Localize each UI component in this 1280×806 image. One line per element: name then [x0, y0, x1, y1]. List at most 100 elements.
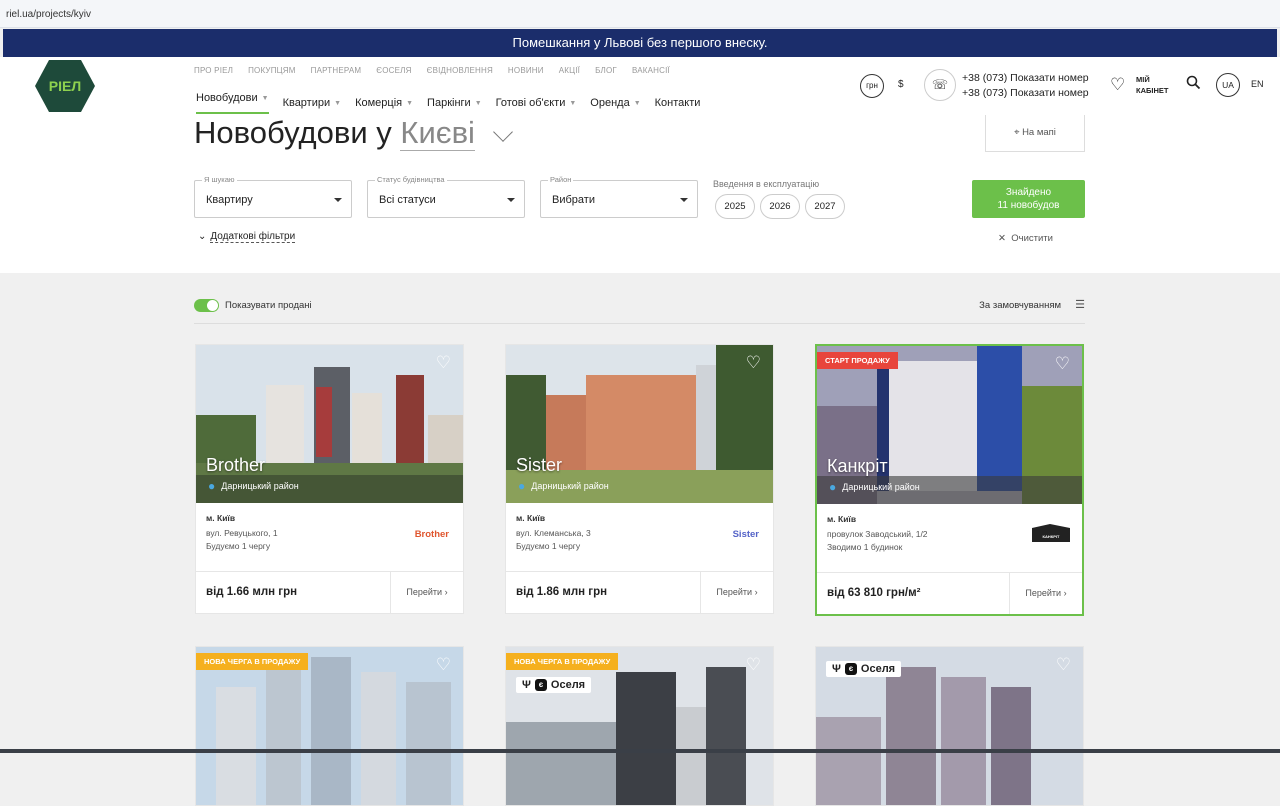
year-2026-chip[interactable]: 2026: [760, 194, 800, 219]
project-info: м. Київ вул. Клеманська, 3 Будуємо 1 чер…: [506, 503, 773, 572]
caret-down-icon: [507, 198, 515, 202]
heart-icon[interactable]: ♡: [746, 655, 761, 675]
extra-filters-toggle[interactable]: ⌄ Додаткові фільтри: [198, 231, 296, 243]
project-image[interactable]: Brother ● Дарницький район ♡: [196, 345, 463, 503]
city-selector[interactable]: Києві: [400, 115, 475, 151]
topnav-promos[interactable]: АКЦІЇ: [559, 66, 580, 75]
currency-usd-button[interactable]: $: [898, 79, 904, 90]
go-label: Перейти: [406, 587, 443, 597]
price-text: від 1.66 млн грн: [206, 586, 298, 598]
nav-label: Комерція: [355, 97, 403, 109]
nav-item-komertsiia[interactable]: Комерція ▼: [355, 92, 413, 114]
chevron-down-icon: ▼: [633, 99, 641, 107]
project-image[interactable]: Ψє Оселя ♡: [816, 647, 1083, 805]
found-line1: Знайдено: [1005, 187, 1052, 198]
project-image[interactable]: НОВА ЧЕРГА В ПРОДАЖУ Ψє Оселя ♡: [506, 647, 773, 805]
nav-item-kontakty[interactable]: Контакти: [655, 92, 701, 114]
clear-filters-button[interactable]: ✕ Очистити: [998, 233, 1053, 244]
nav-label: Новобудови: [196, 92, 258, 104]
topnav-vidnovlennia[interactable]: ЄВІДНОВЛЕННЯ: [427, 66, 493, 75]
address-bar[interactable]: riel.ua/projects/kyiv: [0, 0, 1280, 28]
search-icon[interactable]: [1186, 75, 1201, 94]
nav-item-orenda[interactable]: Оренда ▼: [590, 92, 640, 114]
go-button[interactable]: Перейти ›: [700, 572, 773, 613]
project-location: ● Дарницький район: [208, 479, 299, 493]
project-info: м. Київ провулок Заводський, 1/2 Зводимо…: [817, 504, 1082, 573]
project-card-sister[interactable]: Sister ● Дарницький район ♡ м. Київ вул. …: [505, 344, 774, 614]
status-badge: НОВА ЧЕРГА В ПРОДАЖУ: [196, 653, 309, 670]
project-card-5[interactable]: НОВА ЧЕРГА В ПРОДАЖУ Ψє Оселя ♡: [505, 646, 774, 806]
go-button[interactable]: Перейти ›: [1009, 573, 1082, 614]
district-text: Дарницький район: [221, 481, 299, 491]
project-info: м. Київ вул. Ревуцького, 1 Будуємо 1 чер…: [196, 503, 463, 572]
currency-uah-button[interactable]: грн: [860, 74, 884, 98]
chevron-down-icon: ▼: [261, 94, 269, 102]
nav-item-novobudovy[interactable]: Новобудови ▼: [196, 92, 269, 114]
go-button[interactable]: Перейти ›: [390, 572, 463, 613]
map-button[interactable]: ⌖ На мапі: [985, 115, 1085, 152]
sort-select[interactable]: За замовчуванням: [979, 300, 1061, 311]
nav-label: Контакти: [654, 97, 701, 109]
topnav-oselya[interactable]: ЄОСЕЛЯ: [376, 66, 411, 75]
phone-2[interactable]: +38 (073) Показати номер: [962, 86, 1089, 101]
heart-icon[interactable]: ♡: [746, 353, 761, 373]
chevron-down-icon: ▼: [569, 99, 577, 107]
topnav-vacancies[interactable]: ВАКАНСІЇ: [632, 66, 670, 75]
heart-icon[interactable]: ♡: [1056, 655, 1071, 675]
promo-banner[interactable]: Помешкання у Львові без першого внеску.: [3, 29, 1277, 57]
district-text: Дарницький район: [842, 482, 920, 492]
trident-icon: Ψ: [832, 663, 841, 675]
card-footer: від 63 810 грн/м² Перейти ›: [817, 573, 1082, 614]
project-card-brother[interactable]: Brother ● Дарницький район ♡ м. Київ вул.…: [195, 344, 464, 614]
phone-icon[interactable]: ☏: [924, 69, 956, 101]
chevron-right-icon: ›: [1063, 588, 1067, 598]
heart-icon[interactable]: ♡: [436, 655, 451, 675]
page-title: Новобудови у Києві: [194, 115, 475, 151]
sort-icon[interactable]: ☰: [1075, 298, 1085, 311]
search-type-select[interactable]: Я шукаю Квартиру: [194, 175, 352, 218]
map-pin-icon: ⌖: [1014, 127, 1020, 138]
map-pin-icon: ●: [518, 479, 526, 493]
select-label: Я шукаю: [202, 175, 237, 184]
go-label: Перейти: [1025, 588, 1062, 598]
district-select[interactable]: Район Вибрати: [540, 175, 698, 218]
cabinet-line1: МІЙ: [1136, 75, 1150, 84]
year-2025-chip[interactable]: 2025: [715, 194, 755, 219]
my-cabinet-link[interactable]: МІЙ КАБІНЕТ: [1136, 74, 1168, 96]
show-sold-toggle[interactable]: [194, 299, 219, 312]
project-image[interactable]: НОВА ЧЕРГА В ПРОДАЖУ ♡: [196, 647, 463, 805]
map-pin-icon: ●: [829, 480, 837, 494]
nav-item-parkinhy[interactable]: Паркінги ▼: [427, 92, 482, 114]
topnav-buyers[interactable]: ПОКУПЦЯМ: [248, 66, 296, 75]
found-results-button[interactable]: Знайдено 11 новобудов: [972, 180, 1085, 218]
caret-down-icon: [334, 198, 342, 202]
topnav-blog[interactable]: БЛОГ: [595, 66, 617, 75]
project-image[interactable]: Sister ● Дарницький район ♡: [506, 345, 773, 503]
year-2027-chip[interactable]: 2027: [805, 194, 845, 219]
topnav-partners[interactable]: ПАРТНЕРАМ: [311, 66, 362, 75]
lang-ua-button[interactable]: UA: [1216, 73, 1240, 97]
chevron-down-icon: ▼: [474, 99, 482, 107]
logo[interactable]: РІЕЛ: [34, 59, 96, 113]
lang-en-button[interactable]: EN: [1251, 79, 1264, 89]
topnav-about[interactable]: ПРО РІЕЛ: [194, 66, 233, 75]
select-value: Квартиру: [206, 194, 253, 206]
project-card-4[interactable]: НОВА ЧЕРГА В ПРОДАЖУ ♡: [195, 646, 464, 806]
phone-1[interactable]: +38 (073) Показати номер: [962, 71, 1089, 86]
heart-icon[interactable]: ♡: [436, 353, 451, 373]
heart-icon[interactable]: ♡: [1055, 354, 1070, 374]
chevron-down-icon[interactable]: [493, 122, 513, 142]
project-card-6[interactable]: Ψє Оселя ♡: [815, 646, 1084, 806]
nav-item-kvartyry[interactable]: Квартири ▼: [283, 92, 342, 114]
extra-filters-label: Додаткові фільтри: [210, 231, 296, 243]
project-location: ● Дарницький район: [518, 479, 609, 493]
status-select[interactable]: Статус будівництва Всі статуси: [367, 175, 525, 218]
show-sold-label: Показувати продані: [225, 300, 312, 311]
oselya-label: Оселя: [860, 663, 896, 675]
project-image[interactable]: СТАРТ ПРОДАЖУ Канкріт ● Дарницький район …: [817, 346, 1082, 504]
project-card-kankrit[interactable]: СТАРТ ПРОДАЖУ Канкріт ● Дарницький район …: [815, 344, 1084, 616]
oselya-e-icon: є: [844, 663, 857, 675]
nav-item-hotovi[interactable]: Готові об'єкти ▼: [496, 92, 577, 114]
favorites-heart-icon[interactable]: ♡: [1110, 75, 1125, 95]
topnav-news[interactable]: НОВИНИ: [508, 66, 544, 75]
